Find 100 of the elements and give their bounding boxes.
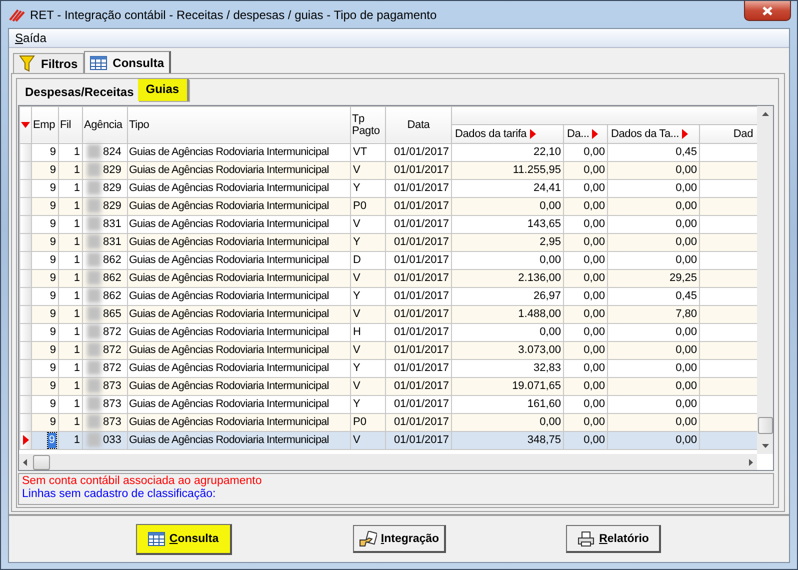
column-header[interactable]: Data: [386, 106, 452, 144]
table-row[interactable]: 9 1 862 Guias de Agências Rodoviaria Intermunicipal V 01/01/2017 2.136,00 0,00 29,25: [20, 269, 757, 288]
toolbar-button[interactable]: Consulta: [136, 524, 232, 554]
printer-icon: [577, 530, 596, 546]
table-cell: 01/01/2017: [394, 144, 449, 160]
table-cell: Guias de Agências Rodoviaria Intermunicipal: [129, 396, 329, 412]
table-cell: 01/01/2017: [394, 252, 449, 268]
table-icon: [148, 532, 166, 546]
redaction-mark: [87, 162, 101, 178]
table-cell: 01/01/2017: [394, 198, 449, 214]
table-cell: 1.488,00: [518, 306, 561, 322]
close-button[interactable]: [744, 1, 791, 21]
table-cell: 9: [50, 324, 56, 340]
dropdown-arrow-icon: [682, 128, 688, 139]
horizontal-scrollbar[interactable]: [19, 454, 757, 470]
table-cell: 0,00: [584, 414, 605, 430]
column-header[interactable]: Fil: [58, 106, 82, 144]
table-row[interactable]: 9 1 831 Guias de Agências Rodoviaria Intermunicipal Y 01/01/2017 2,95 0,00 0,00: [20, 233, 757, 252]
column-header[interactable]: Dad: [700, 124, 757, 144]
window-title: RET - Integração contábil - Receitas / despesas / guias - Tipo de pagamento: [30, 8, 438, 22]
table-cell: 0,00: [676, 378, 697, 394]
table-row[interactable]: 9 1 829 Guias de Agências Rodoviaria Intermunicipal Y 01/01/2017 24,41 0,00 0,00: [20, 179, 757, 198]
table-cell: 0,00: [584, 432, 605, 448]
column-header[interactable]: Da...: [564, 124, 608, 144]
table-row[interactable]: 9 1 873 Guias de Agências Rodoviaria Intermunicipal Y 01/01/2017 161,60 0,00 0,00: [20, 395, 757, 414]
table-cell: 9: [50, 360, 56, 376]
table-cell: Guias de Agências Rodoviaria Intermunicipal: [129, 432, 329, 448]
table-cell: 01/01/2017: [394, 234, 449, 250]
table-cell: 19.071,65: [512, 378, 561, 394]
table-cell: 0,00: [676, 234, 697, 250]
table-cell: 831: [103, 216, 122, 232]
table-cell: P0: [353, 414, 366, 430]
column-header[interactable]: Agência: [82, 106, 128, 144]
column-header[interactable]: Dados da Ta...: [608, 124, 700, 144]
scroll-down-icon: [762, 444, 768, 448]
table-cell: 01/01/2017: [394, 378, 449, 394]
vertical-scrollbar[interactable]: [757, 106, 773, 454]
column-header[interactable]: Tp Pagto: [350, 106, 386, 144]
table-cell: 0,00: [676, 252, 697, 268]
table-cell: 1: [74, 396, 80, 412]
table-row[interactable]: 9 1 873 Guias de Agências Rodoviaria Intermunicipal V 01/01/2017 19.071,65 0,00 0,00: [20, 377, 757, 396]
table-cell: 1: [74, 144, 80, 160]
table-cell: 3.073,00: [518, 342, 561, 358]
table-cell: V: [353, 162, 360, 178]
column-header[interactable]: Tipo: [128, 106, 350, 144]
redaction-mark: [87, 288, 101, 304]
table-cell: V: [353, 270, 360, 286]
app-logo-icon: [9, 8, 25, 22]
table-cell: 1: [74, 198, 80, 214]
table-cell: Guias de Agências Rodoviaria Intermunicipal: [129, 342, 329, 358]
table-row[interactable]: 9 1 829 Guias de Agências Rodoviaria Intermunicipal P0 01/01/2017 0,00 0,00 0,00: [20, 197, 757, 216]
table-cell: 0,00: [584, 216, 605, 232]
table-cell: 01/01/2017: [394, 432, 449, 448]
table-cell: 1: [74, 342, 80, 358]
toolbar-button[interactable]: Integração: [353, 525, 446, 553]
table-row[interactable]: 9 1 872 Guias de Agências Rodoviaria Intermunicipal V 01/01/2017 3.073,00 0,00 0,00: [20, 341, 757, 360]
table-cell: Guias de Agências Rodoviaria Intermunicipal: [129, 198, 329, 214]
column-header[interactable]: Dados da tarifa: [452, 124, 564, 144]
table-row[interactable]: 9 1 862 Guias de Agências Rodoviaria Intermunicipal Y 01/01/2017 26,97 0,00 0,45: [20, 287, 757, 306]
tab[interactable]: Guias: [138, 79, 190, 101]
column-header[interactable]: Emp: [32, 106, 58, 144]
table-cell: 9: [50, 198, 56, 214]
table-row[interactable]: 9 1 862 Guias de Agências Rodoviaria Intermunicipal D 01/01/2017 0,00 0,00 0,00: [20, 251, 757, 270]
table-cell: 143,65: [527, 216, 561, 232]
table-cell: 9: [50, 144, 56, 160]
table-row[interactable]: 9 1 873 Guias de Agências Rodoviaria Intermunicipal P0 01/01/2017 0,00 0,00 0,00: [20, 413, 757, 432]
table-cell: 9: [50, 252, 56, 268]
scroll-left-icon: [23, 458, 27, 466]
table-cell: VT: [353, 144, 368, 160]
toolbar-button[interactable]: Relatório: [566, 525, 661, 553]
table-cell: 01/01/2017: [394, 270, 449, 286]
menu-item[interactable]: Saída: [15, 31, 46, 45]
tab[interactable]: Filtros: [13, 53, 84, 73]
table-cell: V: [353, 432, 360, 448]
redaction-mark: [87, 432, 101, 448]
table-row[interactable]: 9 1 033 Guias de Agências Rodoviaria Intermunicipal V 01/01/2017 348,75 0,00 0,00: [20, 431, 757, 450]
table-cell[interactable]: 9: [48, 432, 56, 448]
table-cell: 7,80: [676, 306, 697, 322]
table-row[interactable]: 9 1 865 Guias de Agências Rodoviaria Intermunicipal V 01/01/2017 1.488,00 0,00 7,80: [20, 305, 757, 324]
scroll-thumb[interactable]: [758, 417, 772, 434]
table-cell: 32,83: [533, 360, 561, 376]
tab[interactable]: Despesas/Receitas: [23, 84, 138, 103]
table-cell: 9: [50, 180, 56, 196]
table-row[interactable]: 9 1 872 Guias de Agências Rodoviaria Intermunicipal Y 01/01/2017 32,83 0,00 0,00: [20, 359, 757, 378]
redaction-mark: [87, 342, 101, 358]
table-row[interactable]: 9 1 831 Guias de Agências Rodoviaria Intermunicipal V 01/01/2017 143,65 0,00 0,00: [20, 215, 757, 234]
funnel-icon: [19, 55, 35, 72]
table-cell: V: [353, 216, 360, 232]
table-row[interactable]: 9 1 824 Guias de Agências Rodoviaria Intermunicipal VT 01/01/2017 22,10 0,00 0,45: [20, 143, 757, 162]
table-cell: 26,97: [533, 288, 561, 304]
table-cell: 0,45: [676, 288, 697, 304]
tab[interactable]: Consulta: [84, 51, 172, 73]
table-row[interactable]: 9 1 829 Guias de Agências Rodoviaria Intermunicipal V 01/01/2017 11.255,95 0,00 0,00: [20, 161, 757, 180]
table-cell: 1: [74, 288, 80, 304]
scroll-thumb[interactable]: [33, 454, 50, 470]
table-cell: 0,00: [676, 198, 697, 214]
table-cell: 0,00: [584, 378, 605, 394]
redaction-mark: [87, 216, 101, 232]
table-cell: 24,41: [533, 180, 561, 196]
table-row[interactable]: 9 1 872 Guias de Agências Rodoviaria Intermunicipal H 01/01/2017 0,00 0,00 0,00: [20, 323, 757, 342]
